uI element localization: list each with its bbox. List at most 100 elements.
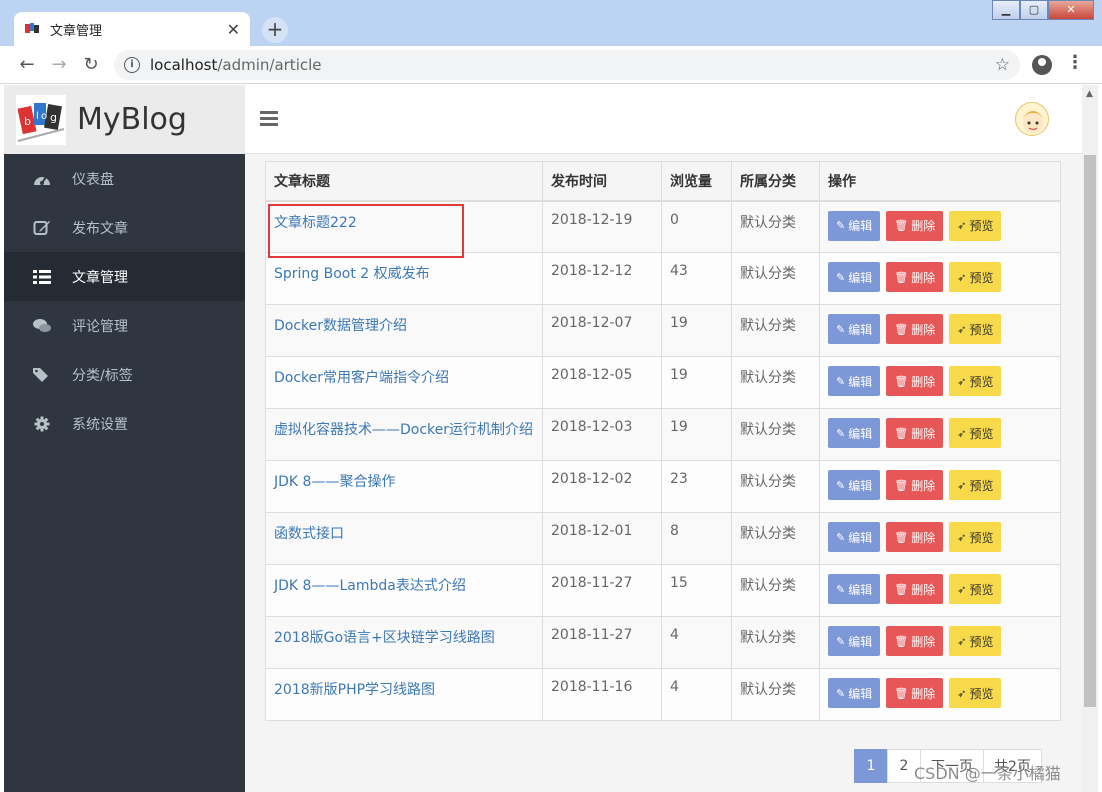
delete-label: 删除 <box>911 478 936 493</box>
edit-button[interactable]: ✎ 编辑 <box>828 418 881 448</box>
edit-label: 编辑 <box>848 530 873 545</box>
vertical-scrollbar[interactable]: ▲ <box>1082 85 1098 792</box>
edit-button[interactable]: ✎ 编辑 <box>828 678 881 708</box>
profile-icon[interactable] <box>1032 55 1052 75</box>
maximize-icon[interactable]: ▢ <box>1020 0 1048 20</box>
preview-button[interactable]: ➶ 预览 <box>949 574 1002 604</box>
edit-icon: ✎ <box>836 478 846 492</box>
actions-cell: ✎ 编辑 🗑 删除 ➶ 预览 <box>819 356 1061 409</box>
sidebar-item-settings[interactable]: 系统设置 <box>4 399 245 448</box>
svg-text:b: b <box>24 115 31 128</box>
preview-button[interactable]: ➶ 预览 <box>949 314 1002 344</box>
delete-button[interactable]: 🗑 删除 <box>886 470 944 500</box>
scroll-up-icon[interactable]: ▲ <box>1086 89 1093 99</box>
edit-button[interactable]: ✎ 编辑 <box>828 314 881 344</box>
delete-button[interactable]: 🗑 删除 <box>886 366 944 396</box>
new-tab-button[interactable]: + <box>262 17 288 43</box>
preview-button[interactable]: ➶ 预览 <box>949 210 1002 241</box>
sidebar-item-dashboard[interactable]: 仪表盘 <box>4 154 245 203</box>
edit-button[interactable]: ✎ 编辑 <box>828 470 881 500</box>
edit-label: 编辑 <box>848 582 873 597</box>
browser-tab[interactable]: 文章管理 ✕ <box>14 12 250 46</box>
article-title-link[interactable]: Spring Boot 2 权威发布 <box>274 266 430 282</box>
window-close-icon[interactable]: ✕ <box>1048 0 1094 20</box>
delete-button[interactable]: 🗑 删除 <box>886 314 944 344</box>
actions-cell: ✎ 编辑 🗑 删除 ➶ 预览 <box>819 564 1061 617</box>
preview-button[interactable]: ➶ 预览 <box>949 470 1002 500</box>
article-title-link[interactable]: 2018新版PHP学习线路图 <box>274 682 435 698</box>
edit-label: 编辑 <box>848 686 873 701</box>
menu-kebab-icon[interactable]: ⋮ <box>1066 52 1084 73</box>
reload-icon[interactable]: ↻ <box>80 54 102 75</box>
hamburger-menu-icon[interactable] <box>260 111 278 127</box>
sidebar-item-tags[interactable]: 分类/标签 <box>4 350 245 399</box>
preview-button[interactable]: ➶ 预览 <box>949 522 1002 552</box>
article-title-link[interactable]: 虚拟化容器技术——Docker运行机制介绍 <box>274 422 533 438</box>
edit-label: 编辑 <box>848 634 873 649</box>
edit-button[interactable]: ✎ 编辑 <box>828 574 881 604</box>
delete-button[interactable]: 🗑 删除 <box>886 678 944 708</box>
title-cell: 2018版Go语言+区块链学习线路图 <box>265 616 543 669</box>
category-cell: 默认分类 <box>731 304 820 357</box>
article-title-link[interactable]: Docker数据管理介绍 <box>274 318 407 334</box>
category-cell: 默认分类 <box>731 512 820 565</box>
delete-button[interactable]: 🗑 删除 <box>886 210 944 241</box>
edit-icon: ✎ <box>836 322 846 336</box>
title-cell: JDK 8——Lambda表达式介绍 <box>265 564 543 617</box>
edit-button[interactable]: ✎ 编辑 <box>828 522 881 552</box>
url-path: /admin/article <box>217 56 322 74</box>
views-cell: 15 <box>661 564 732 617</box>
url-input[interactable]: i localhost /admin/article ☆ <box>114 50 1020 80</box>
sidebar-item-publish[interactable]: 发布文章 <box>4 203 245 252</box>
delete-button[interactable]: 🗑 删除 <box>886 522 944 552</box>
rocket-icon: ➶ <box>957 530 967 544</box>
table-row: 文章标题222 2018-12-19 0 默认分类 ✎ 编辑 🗑 删除 ➶ 预览 <box>265 200 1061 258</box>
info-icon[interactable]: i <box>124 57 140 73</box>
actions-cell: ✎ 编辑 🗑 删除 ➶ 预览 <box>819 616 1061 669</box>
articles-table: 文章标题 发布时间 浏览量 所属分类 操作 文章标题222 2018-12-19 0… <box>265 161 1061 721</box>
delete-button[interactable]: 🗑 删除 <box>886 574 944 604</box>
article-title-link[interactable]: 2018版Go语言+区块链学习线路图 <box>274 630 495 646</box>
date-cell: 2018-11-27 <box>542 616 662 669</box>
minimize-icon[interactable]: ▁ <box>992 0 1020 20</box>
scrollbar-thumb[interactable] <box>1084 155 1096 707</box>
sidebar-item-articles[interactable]: 文章管理 <box>4 252 245 301</box>
user-avatar[interactable] <box>1015 102 1049 136</box>
delete-button[interactable]: 🗑 删除 <box>886 626 944 656</box>
preview-button[interactable]: ➶ 预览 <box>949 626 1002 656</box>
edit-icon: ✎ <box>836 686 846 700</box>
tab-close-icon[interactable]: ✕ <box>227 20 240 39</box>
page-1-button[interactable]: 1 <box>854 749 888 783</box>
article-title-link[interactable]: 文章标题222 <box>274 215 357 231</box>
edit-button[interactable]: ✎ 编辑 <box>828 262 881 292</box>
edit-button[interactable]: ✎ 编辑 <box>828 626 881 656</box>
forward-arrow-icon[interactable]: → <box>48 54 70 75</box>
window-controls: ▁ ▢ ✕ <box>992 0 1094 20</box>
back-arrow-icon[interactable]: ← <box>16 54 38 75</box>
edit-button[interactable]: ✎ 编辑 <box>828 210 881 241</box>
article-title-link[interactable]: JDK 8——Lambda表达式介绍 <box>274 578 466 594</box>
article-title-link[interactable]: 函数式接口 <box>274 526 344 542</box>
edit-button[interactable]: ✎ 编辑 <box>828 366 881 396</box>
top-header <box>245 85 1082 154</box>
table-row: JDK 8——聚合操作 2018-12-02 23 默认分类 ✎ 编辑 🗑 删除 ➶ 预览 <box>265 460 1061 513</box>
rocket-icon: ➶ <box>957 219 967 232</box>
delete-button[interactable]: 🗑 删除 <box>886 418 944 448</box>
preview-button[interactable]: ➶ 预览 <box>949 418 1002 448</box>
sidebar-item-label: 评论管理 <box>72 318 128 335</box>
date-cell: 2018-12-02 <box>542 460 662 513</box>
logo-area[interactable]: b l o g MyBlog <box>4 85 245 154</box>
preview-label: 预览 <box>969 478 994 493</box>
bookmark-star-icon[interactable]: ☆ <box>995 55 1010 75</box>
sidebar-item-label: 发布文章 <box>72 220 128 237</box>
article-title-link[interactable]: JDK 8——聚合操作 <box>274 474 395 490</box>
views-cell: 0 <box>661 200 732 253</box>
preview-button[interactable]: ➶ 预览 <box>949 262 1002 292</box>
article-title-link[interactable]: Docker常用客户端指令介绍 <box>274 370 449 386</box>
watermark-text: CSDN @一条小橘猫 <box>914 764 1061 783</box>
delete-button[interactable]: 🗑 删除 <box>886 262 944 292</box>
sidebar-item-comments[interactable]: 评论管理 <box>4 301 245 350</box>
preview-button[interactable]: ➶ 预览 <box>949 366 1002 396</box>
preview-label: 预览 <box>969 219 994 233</box>
preview-button[interactable]: ➶ 预览 <box>949 678 1002 708</box>
